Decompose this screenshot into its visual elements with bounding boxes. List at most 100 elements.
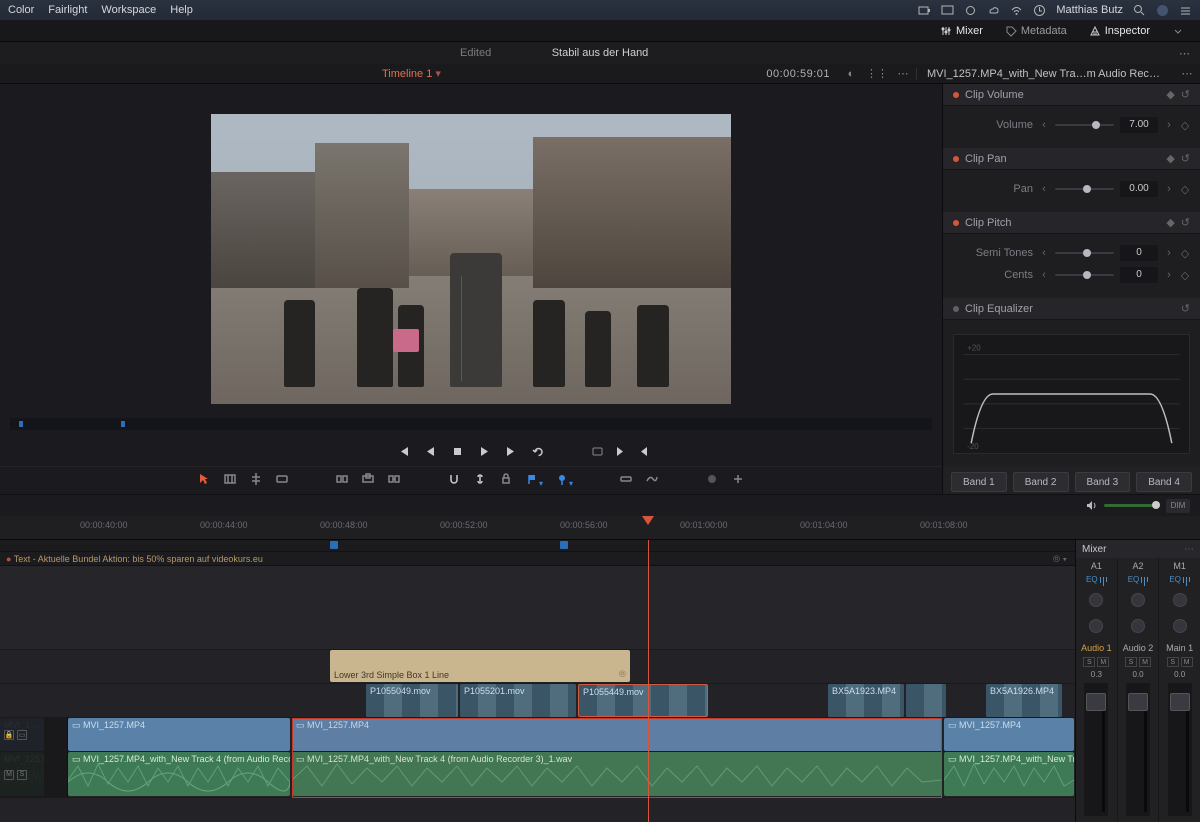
clip-thumb[interactable]: BX5A1923.MP4: [828, 684, 904, 717]
band-2-button[interactable]: Band 2: [1013, 472, 1069, 492]
mute-button[interactable]: M: [1139, 657, 1151, 667]
lock-tool[interactable]: [499, 472, 513, 489]
clip-eq-header[interactable]: Clip Equalizer ↺: [943, 298, 1200, 320]
clip-thumb[interactable]: P1055049.mov: [366, 684, 458, 717]
video-preview[interactable]: [211, 114, 731, 404]
dim-button[interactable]: DIM: [1166, 499, 1190, 513]
volume-value[interactable]: 7.00: [1120, 117, 1158, 133]
keyframe-icon[interactable]: ◇: [1180, 119, 1190, 132]
nudge-left-icon[interactable]: ‹: [1039, 183, 1049, 195]
enable-dot-icon[interactable]: [953, 306, 959, 312]
inspector-toggle[interactable]: Inspector: [1083, 23, 1156, 39]
band-1-button[interactable]: Band 1: [951, 472, 1007, 492]
user-icon[interactable]: [1156, 4, 1169, 17]
solo-button[interactable]: S: [1125, 657, 1137, 667]
solo-toggle[interactable]: S: [17, 770, 27, 780]
insert-tool[interactable]: [335, 472, 349, 489]
mixer-options[interactable]: ⋯: [1184, 544, 1194, 555]
clip-thumb[interactable]: P1055449.mov: [578, 684, 708, 717]
video-clip[interactable]: ▭ MVI_1257.MP4: [292, 718, 942, 751]
add-keyframe-icon[interactable]: ◆: [1166, 152, 1174, 165]
flag-tool[interactable]: ▾: [525, 472, 543, 489]
loop-icon[interactable]: [532, 445, 545, 458]
mute-button[interactable]: M: [1097, 657, 1109, 667]
menu-fairlight[interactable]: Fairlight: [48, 4, 87, 16]
stop-icon[interactable]: [451, 445, 464, 458]
add-keyframe-icon[interactable]: ◆: [1166, 216, 1174, 229]
viewer-scrubbar[interactable]: [10, 418, 932, 430]
automation-tool[interactable]: [645, 472, 659, 489]
fader[interactable]: [1168, 683, 1192, 816]
timeline-tracks[interactable]: ● Text - Aktuelle Bundel Aktion: bis 50%…: [0, 540, 1075, 822]
next-marker-icon[interactable]: [614, 445, 627, 458]
v3-lane[interactable]: [0, 566, 1075, 650]
text-track[interactable]: ● Text - Aktuelle Bundel Aktion: bis 50%…: [0, 552, 1075, 566]
keyframe-icon[interactable]: ◇: [1180, 247, 1190, 260]
eq-indicator[interactable]: EQ: [1169, 575, 1190, 587]
prev-clip-icon[interactable]: [397, 445, 410, 458]
video-clip[interactable]: ▭ MVI_1257.MP4: [944, 718, 1074, 751]
header-options[interactable]: ⋯: [1179, 47, 1190, 60]
semi-slider[interactable]: [1055, 252, 1114, 254]
mute-toggle[interactable]: M: [4, 770, 14, 780]
cents-slider[interactable]: [1055, 274, 1114, 276]
speaker-icon[interactable]: [1085, 499, 1098, 512]
volume-slider[interactable]: [1055, 124, 1114, 126]
gain-knob[interactable]: [1131, 619, 1145, 633]
timecode-display[interactable]: 00:00:59:01: [766, 68, 830, 80]
menu-icon[interactable]: [1179, 4, 1192, 17]
band-4-button[interactable]: Band 4: [1136, 472, 1192, 492]
enable-dot-icon[interactable]: [953, 220, 959, 226]
range-tool[interactable]: [223, 472, 237, 489]
clip-volume-header[interactable]: Clip Volume ◆↺: [943, 84, 1200, 106]
monitor-volume-slider[interactable]: [1104, 504, 1160, 507]
clip-pitch-header[interactable]: Clip Pitch ◆↺: [943, 212, 1200, 234]
clip-thumb[interactable]: [906, 684, 946, 717]
options-icon[interactable]: ⋯: [894, 67, 912, 80]
eq-indicator[interactable]: EQ: [1086, 575, 1107, 587]
audio-clip[interactable]: ▭ MVI_1257.MP4_with_New Track 4 (from Au…: [292, 752, 942, 796]
marker-icon[interactable]: [560, 541, 568, 549]
arrow-tool[interactable]: [197, 472, 211, 489]
reset-icon[interactable]: ↺: [1181, 152, 1190, 165]
pan-knob[interactable]: [1173, 593, 1187, 607]
nudge-left-icon[interactable]: ‹: [1039, 269, 1049, 281]
reset-icon[interactable]: ↺: [1181, 88, 1190, 101]
prev-marker-icon[interactable]: [637, 445, 650, 458]
match-frame-icon[interactable]: [591, 445, 604, 458]
nudge-right-icon[interactable]: ›: [1164, 119, 1174, 131]
mixer-toggle[interactable]: Mixer: [934, 23, 989, 39]
clip-thumb[interactable]: P1055201.mov: [460, 684, 576, 717]
auto-toggle[interactable]: ▭: [17, 730, 27, 740]
marker-tool[interactable]: ▾: [555, 472, 573, 489]
trim-tool[interactable]: [275, 472, 289, 489]
clip-pan-header[interactable]: Clip Pan ◆↺: [943, 148, 1200, 170]
keyframe-icon[interactable]: ◇: [1180, 269, 1190, 282]
video-clip[interactable]: ▭ MVI_1257.MP4: [68, 718, 290, 751]
title-clip[interactable]: Lower 3rd Simple Box 1 Line ⦾: [330, 650, 630, 682]
add-icon[interactable]: [731, 472, 745, 489]
playhead-icon[interactable]: [642, 516, 654, 525]
blade-tool[interactable]: [249, 472, 263, 489]
mixer-channel[interactable]: A1 EQ Audio 1 SM 0.3: [1076, 558, 1118, 822]
marker-lane[interactable]: [0, 540, 1075, 552]
magnet-tool[interactable]: [447, 472, 461, 489]
timeline-name[interactable]: Timeline 1 ▾: [370, 67, 453, 80]
pan-knob[interactable]: [1089, 593, 1103, 607]
nudge-left-icon[interactable]: ‹: [1039, 119, 1049, 131]
v2-lane-title[interactable]: Lower 3rd Simple Box 1 Line ⦾: [0, 650, 1075, 684]
reset-icon[interactable]: ↺: [1181, 302, 1190, 315]
enable-dot-icon[interactable]: [953, 92, 959, 98]
overwrite-tool[interactable]: [361, 472, 375, 489]
nudge-left-icon[interactable]: ‹: [1039, 247, 1049, 259]
audio-clip[interactable]: ▭ MVI_1257.MP4_with_New Track 4 (from Au…: [944, 752, 1074, 796]
mixer-channel[interactable]: M1 EQ Main 1 SM 0.0: [1159, 558, 1200, 822]
band-3-button[interactable]: Band 3: [1075, 472, 1131, 492]
metadata-toggle[interactable]: Metadata: [999, 23, 1073, 39]
track-head-a1[interactable]: MS: [0, 752, 68, 797]
menu-workspace[interactable]: Workspace: [101, 4, 156, 16]
eq-graph[interactable]: +20 -20: [953, 334, 1190, 454]
keyframe-icon[interactable]: ◇: [1180, 183, 1190, 196]
gain-knob[interactable]: [1089, 619, 1103, 633]
gain-knob[interactable]: [1173, 619, 1187, 633]
